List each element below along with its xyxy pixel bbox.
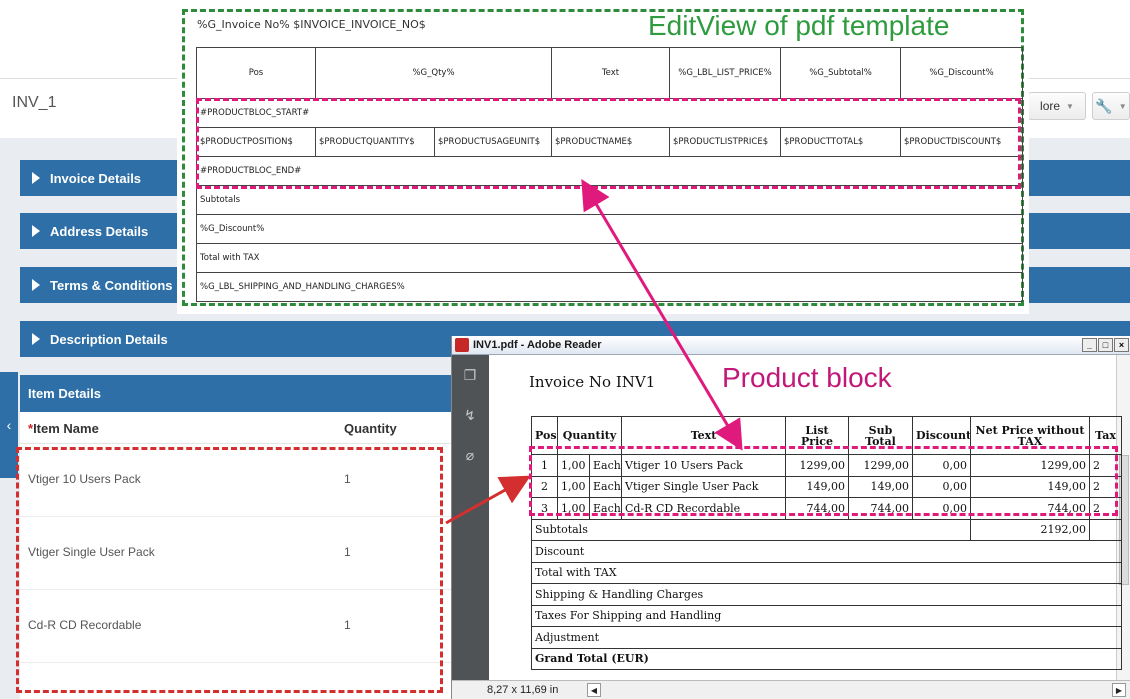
summary-label: Total with TAX	[531, 561, 1122, 584]
edit-view-annotation: EditView of pdf template	[648, 10, 950, 41]
grand-total-row: Grand Total (EUR)	[531, 647, 1122, 670]
wrench-icon: 🔧	[1095, 97, 1113, 114]
chevron-down-icon: ▼	[1066, 101, 1074, 111]
adobe-reader-window: INV1.pdf - Adobe Reader _ □ × ❐ ↯ ⌀ 8,27…	[451, 336, 1130, 699]
settings-button[interactable]: 🔧 ▼	[1092, 92, 1130, 120]
summary-row: Taxes For Shipping and Handling	[531, 604, 1122, 627]
template-col-header: %G_Subtotal%	[780, 47, 902, 99]
expand-icon	[32, 172, 40, 184]
item-rows-highlight	[16, 447, 443, 693]
pages-icon[interactable]: ❐	[462, 367, 478, 383]
subtotals-value: 2192,00	[970, 518, 1090, 541]
block-label: Address Details	[50, 223, 149, 239]
attachment-icon[interactable]: ⌀	[462, 447, 478, 463]
quantity-header: Quantity	[344, 421, 397, 436]
window-controls: _ □ ×	[1082, 338, 1129, 352]
more-button[interactable]: lore ▼	[1028, 92, 1086, 120]
summary-label: Shipping & Handling Charges	[531, 583, 1122, 606]
reader-window-title: INV1.pdf - Adobe Reader	[473, 339, 602, 351]
minimize-icon[interactable]: _	[1082, 338, 1097, 352]
expand-icon	[32, 279, 40, 291]
summary-row: Adjustment	[531, 626, 1122, 649]
block-label: Description Details	[50, 331, 168, 347]
template-total-row[interactable]: %G_LBL_SHIPPING_AND_HANDLING_CHARGES%	[195, 272, 1024, 302]
maximize-icon[interactable]: □	[1098, 338, 1113, 352]
product-block-annotation: Product block	[722, 362, 892, 393]
expand-icon	[32, 333, 40, 345]
template-col-header: Pos	[196, 47, 316, 99]
scroll-right-icon[interactable]: ▶	[1112, 683, 1126, 697]
block-label: Invoice Details	[50, 170, 142, 186]
summary-row: Discount	[531, 540, 1122, 563]
pdf-icon	[455, 338, 469, 352]
expand-icon	[32, 225, 40, 237]
signature-icon[interactable]: ↯	[462, 407, 478, 423]
scroll-left-icon[interactable]: ◀	[587, 683, 601, 697]
item-name-label: Item Name	[33, 421, 99, 436]
pdf-product-block-highlight	[529, 446, 1118, 516]
template-total-row[interactable]: Total with TAX	[195, 243, 1024, 273]
reader-status-bar: 8,27 x 11,69 in ◀ ▶	[452, 680, 1130, 699]
more-button-label: lore	[1040, 99, 1061, 113]
reader-sidebar: ❐ ↯ ⌀	[452, 355, 489, 680]
close-icon[interactable]: ×	[1114, 338, 1129, 352]
empty-cell	[1089, 518, 1122, 541]
template-col-header: Text	[551, 47, 671, 99]
summary-row: Total with TAX	[531, 561, 1122, 584]
summary-row: Shipping & Handling Charges	[531, 583, 1122, 606]
template-col-header: %G_Discount%	[900, 47, 1024, 99]
reader-title-bar[interactable]: INV1.pdf - Adobe Reader _ □ ×	[452, 336, 1130, 355]
template-total-row[interactable]: Subtotals	[195, 185, 1024, 215]
summary-label: Taxes For Shipping and Handling	[531, 604, 1122, 627]
item-table-header: *Item Name Quantity	[20, 412, 460, 444]
template-col-header: %G_Qty%	[314, 47, 553, 99]
item-details-title: Item Details	[20, 375, 460, 412]
item-name-header: *Item Name	[28, 421, 99, 436]
chevron-left-icon: ‹	[6, 417, 12, 433]
template-total-row[interactable]: %G_Discount%	[195, 214, 1024, 244]
chevron-down-icon: ▼	[1118, 101, 1127, 111]
block-label: Terms & Conditions	[50, 277, 173, 293]
summary-label: Discount	[531, 540, 1122, 563]
invoice-heading: Invoice No INV1	[529, 373, 656, 391]
template-header-text: %G_Invoice No% $INVOICE_INVOICE_NO$	[197, 18, 426, 31]
subtotals-label: Subtotals	[531, 518, 971, 541]
subtotals-row: Subtotals 2192,00	[531, 518, 1122, 541]
summary-label: Adjustment	[531, 626, 1122, 649]
page-size: 8,27 x 11,69 in	[487, 684, 559, 696]
template-product-block-highlight	[196, 98, 1021, 189]
template-col-header: %G_LBL_LIST_PRICE%	[669, 47, 782, 99]
grand-total-label: Grand Total (EUR)	[531, 647, 1122, 670]
record-title: INV_1	[12, 94, 57, 111]
